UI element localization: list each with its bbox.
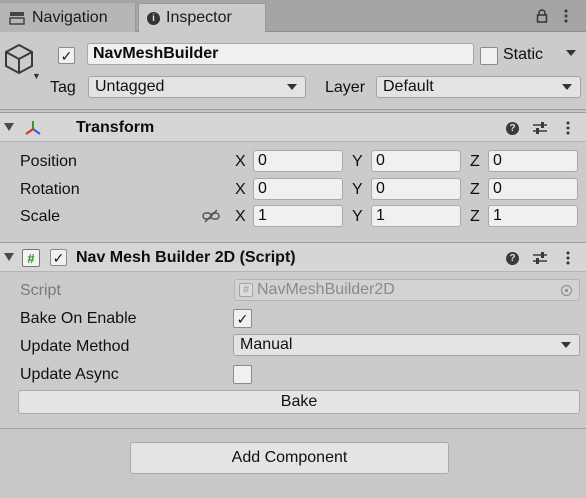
transform-icon bbox=[24, 119, 42, 137]
script-component-header[interactable]: # ✓ Nav Mesh Builder 2D (Script) ? bbox=[0, 242, 586, 272]
chevron-down-icon bbox=[287, 84, 297, 90]
static-label: Static bbox=[503, 46, 544, 63]
presets-icon[interactable] bbox=[532, 120, 548, 136]
tag-value: Untagged bbox=[95, 78, 165, 95]
update-method-dropdown[interactable]: Manual bbox=[233, 334, 580, 356]
axis-z-label: Z bbox=[470, 181, 480, 198]
tab-bar: Navigation i Inspector bbox=[0, 0, 586, 32]
script-component-body: Script # NavMeshBuilder2D Bake On Enable… bbox=[0, 272, 586, 428]
scale-x-field[interactable]: 1 bbox=[253, 205, 343, 227]
help-icon[interactable]: ? bbox=[506, 252, 519, 265]
update-method-value: Manual bbox=[240, 336, 293, 353]
axis-x-label: X bbox=[235, 181, 246, 198]
script-label: Script bbox=[20, 282, 61, 299]
axis-y-label: Y bbox=[352, 153, 363, 170]
gameobject-name-input[interactable]: NavMeshBuilder bbox=[87, 43, 474, 65]
active-checkbox[interactable]: ✓ bbox=[58, 47, 75, 64]
kebab-menu-icon[interactable] bbox=[557, 6, 575, 26]
foldout-arrow-icon[interactable] bbox=[4, 253, 14, 261]
bake-on-enable-checkbox[interactable]: ✓ bbox=[233, 309, 252, 328]
position-y-field[interactable]: 0 bbox=[371, 150, 461, 172]
axis-z-label: Z bbox=[470, 208, 480, 225]
transform-body: Position X 0 Y 0 Z 0 Rotation X 0 Y 0 Z … bbox=[0, 142, 586, 242]
axis-x-label: X bbox=[235, 208, 246, 225]
rotation-z-field[interactable]: 0 bbox=[488, 178, 578, 200]
axis-x-label: X bbox=[235, 153, 246, 170]
script-hash-icon: # bbox=[22, 249, 40, 267]
script-enabled-checkbox[interactable]: ✓ bbox=[50, 249, 67, 266]
lock-icon[interactable] bbox=[533, 6, 551, 26]
position-x-field[interactable]: 0 bbox=[253, 150, 343, 172]
tab-inspector[interactable]: i Inspector bbox=[138, 3, 266, 32]
link-icon[interactable] bbox=[202, 208, 220, 224]
layer-label: Layer bbox=[325, 79, 366, 96]
tab-navigation[interactable]: Navigation bbox=[0, 3, 136, 32]
tag-dropdown[interactable]: Untagged bbox=[88, 76, 306, 98]
bake-button[interactable]: Bake bbox=[18, 390, 580, 414]
gameobject-cube-icon[interactable] bbox=[2, 41, 36, 77]
script-hash-icon: # bbox=[239, 283, 253, 297]
add-component-button[interactable]: Add Component bbox=[130, 442, 449, 474]
script-value: NavMeshBuilder2D bbox=[257, 281, 395, 298]
presets-icon[interactable] bbox=[532, 250, 548, 266]
help-icon[interactable]: ? bbox=[506, 122, 519, 135]
info-icon: i bbox=[147, 11, 160, 25]
bake-on-enable-label: Bake On Enable bbox=[20, 310, 137, 327]
scale-z-field[interactable]: 1 bbox=[488, 205, 578, 227]
rotation-label: Rotation bbox=[20, 181, 80, 198]
rotation-x-field[interactable]: 0 bbox=[253, 178, 343, 200]
update-async-label: Update Async bbox=[20, 366, 119, 383]
chevron-down-icon[interactable]: ▼ bbox=[32, 71, 41, 81]
static-dropdown[interactable] bbox=[560, 43, 582, 65]
layer-dropdown[interactable]: Default bbox=[376, 76, 581, 98]
foldout-arrow-icon[interactable] bbox=[4, 123, 14, 131]
tab-navigation-label: Navigation bbox=[32, 8, 108, 26]
script-object-field[interactable]: # NavMeshBuilder2D bbox=[234, 279, 580, 301]
layer-value: Default bbox=[383, 78, 434, 95]
navigation-icon bbox=[8, 9, 26, 27]
update-method-label: Update Method bbox=[20, 338, 130, 355]
gameobject-header: ▼ ✓ NavMeshBuilder Static Tag Untagged L… bbox=[0, 32, 586, 110]
add-component-area: Add Component bbox=[0, 428, 586, 498]
kebab-menu-icon[interactable] bbox=[560, 120, 576, 136]
tag-label: Tag bbox=[50, 79, 76, 96]
chevron-down-icon bbox=[562, 84, 572, 90]
object-picker-icon[interactable] bbox=[561, 285, 572, 296]
transform-header[interactable]: Transform ? bbox=[0, 112, 586, 142]
position-label: Position bbox=[20, 153, 77, 170]
update-async-checkbox[interactable] bbox=[233, 365, 252, 384]
static-checkbox[interactable] bbox=[480, 47, 498, 65]
axis-y-label: Y bbox=[352, 181, 363, 198]
transform-title: Transform bbox=[76, 119, 155, 136]
chevron-down-icon bbox=[561, 342, 571, 348]
kebab-menu-icon[interactable] bbox=[560, 250, 576, 266]
axis-z-label: Z bbox=[470, 153, 480, 170]
scale-label: Scale bbox=[20, 208, 61, 225]
axis-y-label: Y bbox=[352, 208, 363, 225]
script-component-title: Nav Mesh Builder 2D (Script) bbox=[76, 249, 296, 266]
position-z-field[interactable]: 0 bbox=[488, 150, 578, 172]
tab-inspector-label: Inspector bbox=[166, 9, 232, 26]
scale-y-field[interactable]: 1 bbox=[371, 205, 461, 227]
rotation-y-field[interactable]: 0 bbox=[371, 178, 461, 200]
